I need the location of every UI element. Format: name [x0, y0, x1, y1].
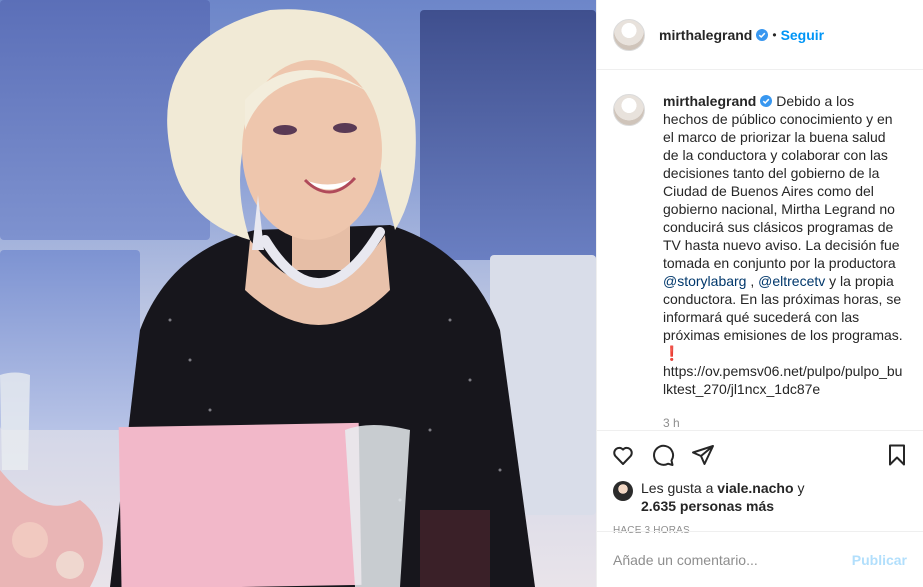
likes-prefix: Les gusta a [641, 480, 714, 496]
comment-input[interactable]: Añade un comentario... [613, 552, 852, 568]
author-username[interactable]: mirthalegrand [659, 27, 752, 43]
heart-icon [613, 446, 633, 465]
separator-dot: • [772, 27, 777, 42]
caption-body: Debido a los hechos de público conocimie… [663, 93, 900, 271]
likes-row: Les gusta a viale.nacho y 2.635 personas… [597, 479, 923, 515]
caption-username[interactable]: mirthalegrand [663, 93, 756, 109]
comment-button[interactable] [649, 441, 677, 469]
comment-box: Añade un comentario... Publicar [597, 531, 923, 587]
likes-count[interactable]: 2.635 personas más [641, 498, 774, 514]
caption-time: 3 h [663, 416, 680, 430]
bookmark-icon [889, 444, 905, 466]
avatar[interactable] [613, 94, 645, 126]
post-sidebar: mirthalegrand • Seguir mirthalegrand Deb… [596, 0, 923, 587]
liker-username[interactable]: viale.nacho [717, 480, 793, 496]
instagram-post: mirthalegrand • Seguir mirthalegrand Deb… [0, 0, 923, 587]
post-photo[interactable] [0, 0, 596, 587]
follow-button[interactable]: Seguir [781, 27, 825, 43]
caption-separator: , [746, 273, 759, 289]
caption-block: mirthalegrand Debido a los hechos de púb… [597, 70, 923, 431]
like-button[interactable] [609, 441, 637, 469]
likes-text: Les gusta a viale.nacho y 2.635 personas… [641, 479, 804, 515]
avatar[interactable] [613, 18, 645, 51]
likes-conj: y [797, 480, 805, 496]
mention-link[interactable]: @storylabarg [663, 273, 746, 289]
liker-avatar[interactable] [613, 481, 633, 501]
person-illustration [0, 9, 535, 587]
action-bar [597, 431, 923, 479]
post-header: mirthalegrand • Seguir [597, 0, 923, 70]
caption-url: https://ov.pemsv06.net/pulpo/pulpo_bulkt… [663, 363, 903, 397]
comment-icon [653, 444, 675, 466]
paper-plane-icon [692, 445, 714, 465]
mention-link[interactable]: @eltrecetv [758, 273, 825, 289]
verified-badge-icon [756, 28, 769, 41]
publish-button[interactable]: Publicar [852, 552, 907, 568]
caption-text: mirthalegrand Debido a los hechos de púb… [663, 92, 903, 430]
save-button[interactable] [883, 441, 911, 469]
verified-badge-icon [760, 95, 773, 107]
share-button[interactable] [689, 441, 717, 469]
exclamation-emoji: ❗ [663, 345, 681, 361]
